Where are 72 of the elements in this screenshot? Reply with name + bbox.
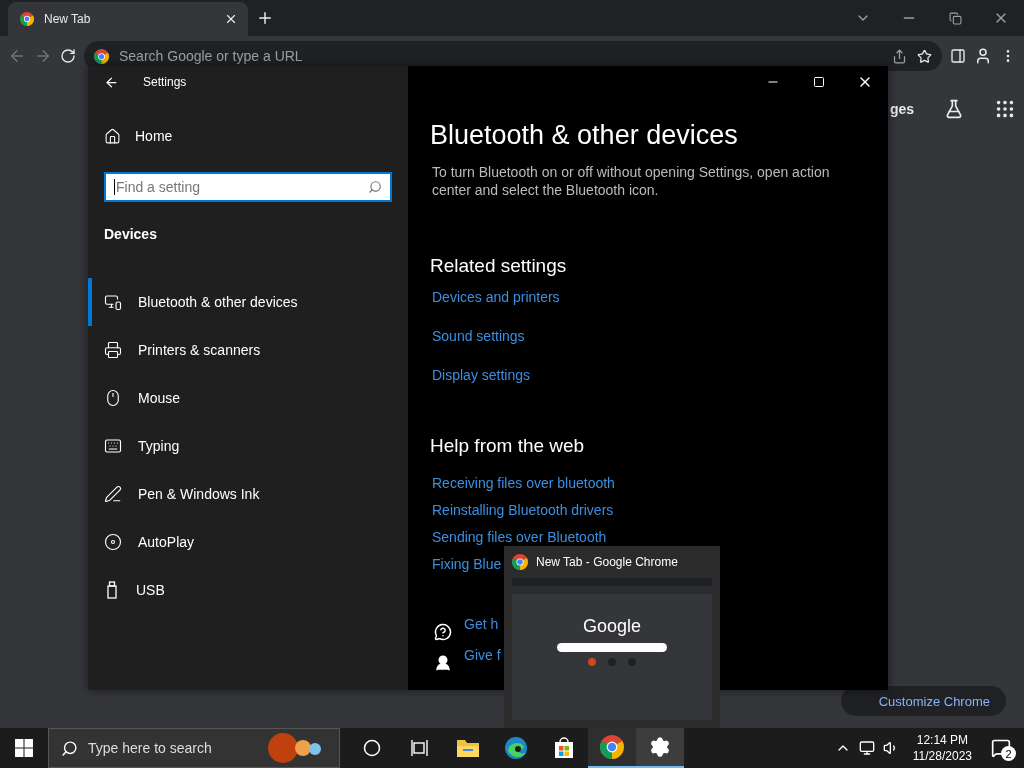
preview-logo: Google <box>582 616 641 637</box>
thumb-drive-icon <box>104 581 120 599</box>
forward-icon[interactable] <box>34 47 52 65</box>
taskbar-app-button[interactable] <box>588 728 636 768</box>
chrome-icon <box>600 735 624 759</box>
window-preview[interactable]: New Tab - Google Chrome Google <box>504 546 720 728</box>
support-link[interactable]: Get h <box>464 616 499 632</box>
description: To turn Bluetooth on or off without opening Settings, open action center and select the Bluetooth icon. <box>431 163 831 199</box>
pen-icon <box>104 485 122 503</box>
keyboard-icon <box>104 437 122 455</box>
preview-title: New Tab - Google Chrome <box>536 555 678 569</box>
notifications-button[interactable]: 2 <box>986 733 1016 763</box>
store-bag-icon[interactable] <box>553 737 575 759</box>
settings-icon[interactable] <box>649 736 671 758</box>
help-link[interactable]: Fixing Blue <box>432 556 502 572</box>
help-link[interactable]: Sending files over Bluetooth <box>432 529 607 545</box>
nav-item[interactable]: AutoPlay <box>88 518 408 566</box>
search-field[interactable]: Find a setting <box>104 172 392 202</box>
settings-link[interactable]: Devices and printers <box>432 289 560 305</box>
search-icon <box>368 180 382 194</box>
nav-item[interactable]: Mouse <box>88 374 408 422</box>
window-title: Settings <box>143 75 187 89</box>
bookmark-star-icon[interactable] <box>917 48 932 64</box>
reload-icon[interactable] <box>60 48 76 64</box>
notification-count: 2 <box>1001 746 1016 761</box>
folder-icon[interactable] <box>456 738 480 758</box>
help-link[interactable]: Reinstalling Bluetooth drivers <box>432 502 614 518</box>
close-tab-icon[interactable] <box>224 12 238 26</box>
task-view-icon[interactable] <box>410 739 430 757</box>
section-heading: Help from the web <box>430 435 586 457</box>
settings-link[interactable]: Sound settings <box>432 328 525 344</box>
back-icon[interactable] <box>104 74 119 90</box>
windows-logo-icon <box>15 739 33 757</box>
notification-icon <box>991 738 1011 758</box>
help-link[interactable]: Receiving files over bluetooth <box>432 475 615 491</box>
nav-item[interactable]: Typing <box>88 422 408 470</box>
mouse-icon <box>104 389 122 407</box>
network-icon[interactable] <box>858 740 875 756</box>
section-heading: Related settings <box>430 255 568 277</box>
settings-link[interactable]: Display settings <box>432 367 531 383</box>
home-item[interactable]: Home <box>88 120 408 152</box>
home-icon <box>104 127 121 145</box>
customize-chrome-button[interactable]: Customize Chrome <box>840 686 1006 716</box>
new-tab-icon[interactable] <box>256 9 274 27</box>
support-link[interactable]: Give f <box>464 647 501 663</box>
share-icon[interactable] <box>892 48 907 64</box>
chrome-icon <box>512 554 528 570</box>
printer-icon <box>104 341 122 359</box>
browser-tab[interactable]: New Tab <box>8 2 248 36</box>
page-title: Bluetooth & other devices <box>430 120 739 151</box>
nav-item[interactable]: Printers & scanners <box>88 326 408 374</box>
images-link[interactable]: ges <box>890 101 915 117</box>
taskbar-search-field[interactable]: Type here to search <box>48 728 340 768</box>
side-panel-icon[interactable] <box>950 48 966 64</box>
cortana-icon[interactable] <box>363 739 381 757</box>
devices-icon <box>104 293 122 311</box>
chrome-tab-icon <box>20 12 34 26</box>
google-logo-icon <box>94 48 109 64</box>
taskbar-app-button[interactable] <box>636 728 684 768</box>
edge-icon[interactable] <box>504 736 528 760</box>
disc-icon <box>104 533 122 551</box>
nav-item[interactable]: Pen & Windows Ink <box>88 470 408 518</box>
profile-icon[interactable] <box>974 47 992 65</box>
help-chat-icon <box>434 622 452 641</box>
maximize-icon[interactable] <box>813 76 825 88</box>
nav-item[interactable]: USB <box>88 566 408 614</box>
feedback-person-icon <box>434 653 452 672</box>
shortcut-icon <box>588 658 596 666</box>
section-heading: Devices <box>104 226 158 244</box>
restore-icon[interactable] <box>948 11 962 25</box>
search-icon <box>61 739 78 757</box>
clock[interactable]: 12:14 PM 11/28/2023 <box>912 732 972 764</box>
